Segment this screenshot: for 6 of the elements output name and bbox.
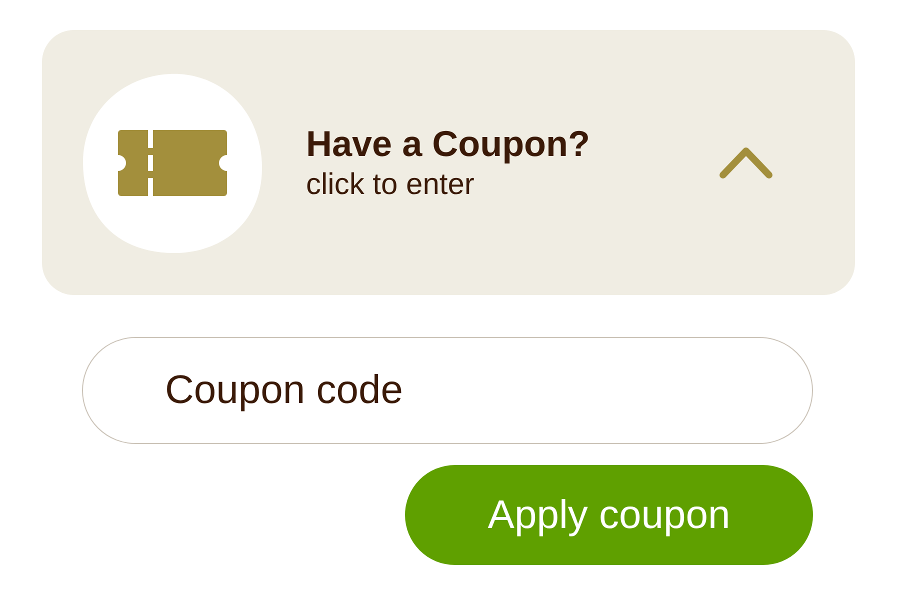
apply-coupon-button[interactable]: Apply coupon — [405, 465, 813, 565]
coupon-code-field[interactable]: Coupon code — [82, 337, 813, 444]
coupon-subtitle: click to enter — [306, 168, 476, 202]
ticket-icon — [82, 72, 264, 254]
chevron-icon[interactable] — [719, 146, 773, 178]
coupon-title: Have a Coupon? — [306, 122, 592, 164]
